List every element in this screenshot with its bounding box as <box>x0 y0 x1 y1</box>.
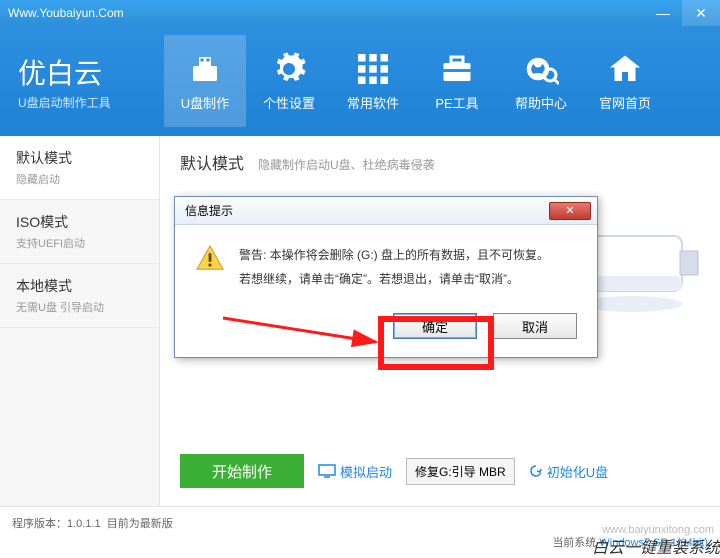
version-info: 程序版本：1.0.1.1 目前为最新版 <box>12 515 173 531</box>
main-subtitle: 隐藏制作启动U盘、杜绝病毒侵袭 <box>258 156 435 173</box>
dialog-cancel-button[interactable]: 取消 <box>493 313 577 339</box>
dialog-close-button[interactable]: ✕ <box>549 202 591 220</box>
repair-mbr-button[interactable]: 修复G:引导 MBR <box>406 458 515 485</box>
nav-pe-tools[interactable]: PE工具 <box>416 35 498 127</box>
highlight-box <box>378 316 494 370</box>
refresh-icon <box>529 464 543 478</box>
usb-icon <box>187 51 223 87</box>
home-icon <box>607 51 643 87</box>
sidebar-item-default[interactable]: 默认模式 隐藏启动 <box>0 136 159 200</box>
nav-usb-create[interactable]: U盘制作 <box>164 35 246 127</box>
grid-icon <box>355 51 391 87</box>
main-title: 默认模式 <box>180 150 244 174</box>
dialog-line2: 若想继续，请单击“确定”。若想退出，请单击“取消”。 <box>239 267 549 291</box>
brand-sub: U盘启动制作工具 <box>18 94 158 111</box>
nav-homepage[interactable]: 官网首页 <box>584 35 666 127</box>
watermark-text: 白云一键重装系统 <box>592 534 720 558</box>
nav-personalize[interactable]: 个性设置 <box>248 35 330 127</box>
sidebar: 默认模式 隐藏启动 ISO模式 支持UEFI启动 本地模式 无需U盘 引导启动 <box>0 136 160 506</box>
nav-help[interactable]: 帮助中心 <box>500 35 582 127</box>
start-create-button[interactable]: 开始制作 <box>180 454 304 488</box>
titlebar-url: Www.Youbaiyun.Com <box>8 6 124 20</box>
dialog-title: 信息提示 <box>185 202 233 219</box>
init-usb-link[interactable]: 初始化U盘 <box>529 462 608 481</box>
sidebar-item-local[interactable]: 本地模式 无需U盘 引导启动 <box>0 264 159 328</box>
simulate-boot-link[interactable]: 模拟启动 <box>318 462 392 481</box>
toolbox-icon <box>439 51 475 87</box>
brand-name: 优白云 <box>18 52 158 92</box>
gear-icon <box>271 51 307 87</box>
annotation-arrow <box>218 308 388 368</box>
close-button[interactable]: ✕ <box>682 0 720 26</box>
min-button[interactable]: — <box>644 0 682 26</box>
monitor-icon <box>318 464 336 478</box>
brand: 优白云 U盘启动制作工具 <box>18 52 158 111</box>
nav-software[interactable]: 常用软件 <box>332 35 414 127</box>
sidebar-item-iso[interactable]: ISO模式 支持UEFI启动 <box>0 200 159 264</box>
dialog-line1: 警告: 本操作将会删除 (G:) 盘上的所有数据，且不可恢复。 <box>239 243 549 267</box>
help-icon <box>523 51 559 87</box>
warning-icon <box>195 243 225 273</box>
